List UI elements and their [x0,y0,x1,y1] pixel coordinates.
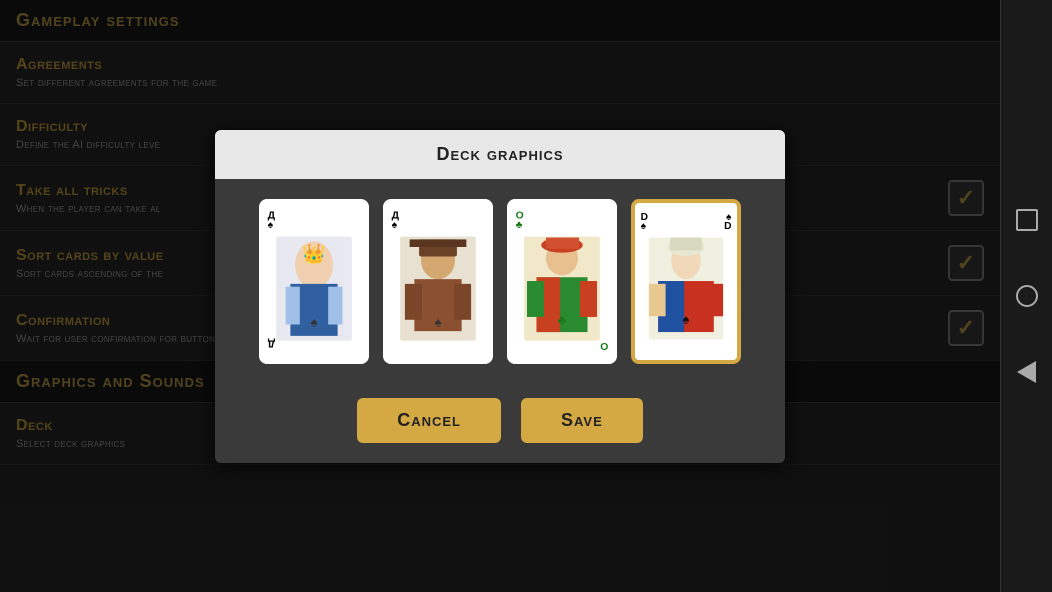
modal-body: Д ♠ Д 👑 ♠ [215,179,785,384]
square-icon [1016,209,1038,231]
svg-text:♠: ♠ [641,221,647,232]
svg-text:♠: ♠ [310,314,317,329]
card-option-4[interactable]: D ♠ D ♠ [631,199,741,364]
card-option-2[interactable]: Д ♠ ♠ [383,199,493,364]
modal-header: Deck graphics [215,130,785,179]
recent-apps-button[interactable] [1009,202,1045,238]
svg-text:♠: ♠ [392,220,398,231]
card-svg-2: Д ♠ ♠ [386,202,490,361]
android-nav [1000,0,1052,592]
card-svg-3: О ♣ О [510,202,614,361]
back-button[interactable] [1009,354,1045,390]
main-content: Gameplay settings Agreements Set differe… [0,0,1000,592]
svg-text:♠: ♠ [726,211,732,222]
svg-text:♣: ♣ [558,312,567,327]
cancel-button[interactable]: Cancel [357,398,501,443]
svg-text:Д: Д [267,337,275,348]
card-face-2: Д ♠ ♠ [386,202,490,361]
modal-title: Deck graphics [235,144,765,165]
svg-text:♠: ♠ [268,220,274,231]
card-face-3: О ♣ О [510,202,614,361]
home-button[interactable] [1009,278,1045,314]
card-option-3[interactable]: О ♣ О [507,199,617,364]
triangle-icon [1017,361,1036,383]
modal-footer: Cancel Save [215,384,785,463]
card-face-1: Д ♠ Д 👑 ♠ [262,202,366,361]
save-button[interactable]: Save [521,398,643,443]
deck-graphics-modal: Deck graphics Д ♠ Д [215,130,785,463]
svg-text:👑: 👑 [302,243,326,265]
card-option-1[interactable]: Д ♠ Д 👑 ♠ [259,199,369,364]
circle-icon [1016,285,1038,307]
modal-overlay: Deck graphics Д ♠ Д [0,0,1000,592]
svg-text:♣: ♣ [516,220,523,231]
card-svg-4: D ♠ D ♠ [635,203,737,360]
svg-text:♠: ♠ [434,314,441,329]
svg-text:О: О [600,342,608,353]
card-face-4: D ♠ D ♠ [635,203,737,360]
svg-text:♠: ♠ [683,311,690,326]
card-svg-1: Д ♠ Д 👑 ♠ [262,202,366,361]
